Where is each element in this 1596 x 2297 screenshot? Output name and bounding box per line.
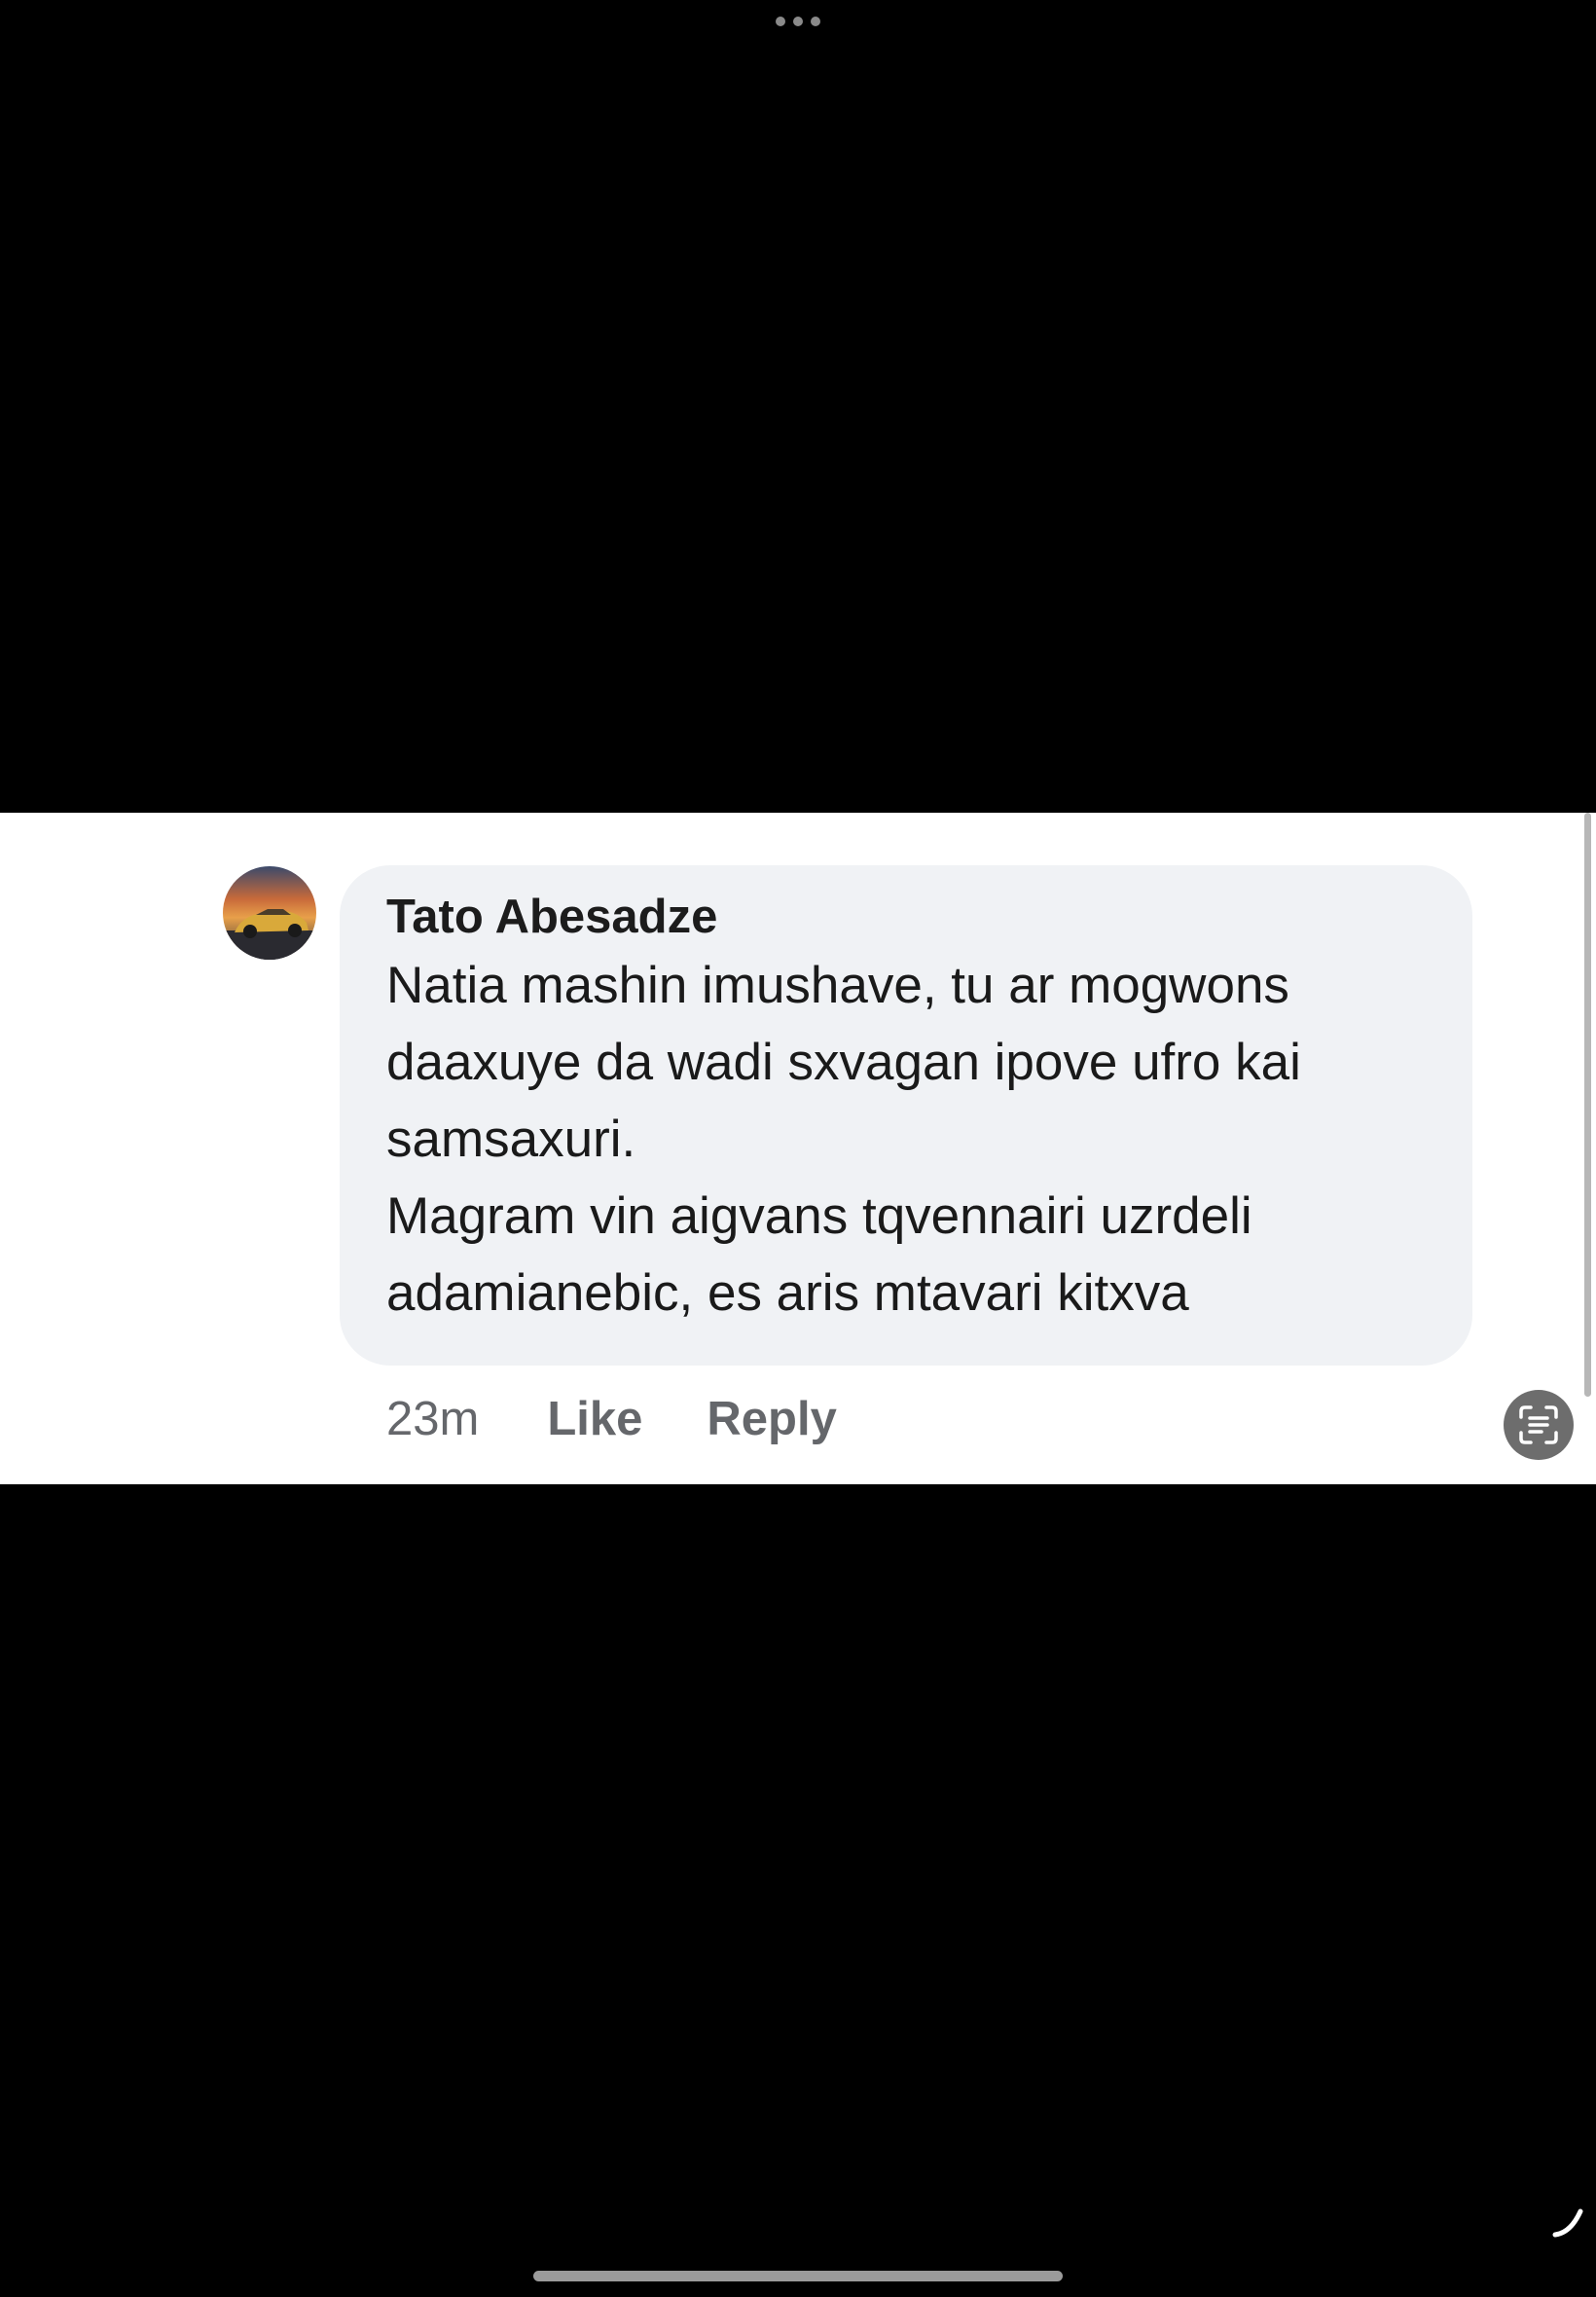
comment-text-line: adamianebic, es aris mtavari kitxva <box>386 1264 1189 1322</box>
comment-text-line: daaxuye da wadi sxvagan ipove ufro kai <box>386 1034 1301 1091</box>
comment-bubble: Tato Abesadze Natia mashin imushave, tu … <box>340 865 1472 1366</box>
screenshot-screen: Tato Abesadze Natia mashin imushave, tu … <box>0 0 1596 2297</box>
live-text-scan-icon <box>1519 1405 1558 1444</box>
comment-actions: 23m Like Reply <box>386 1390 837 1448</box>
home-indicator[interactable] <box>533 2271 1063 2281</box>
comment-text: Natia mashin imushave, tu ar mogwons daa… <box>386 947 1430 1331</box>
avatar-photo-icon <box>223 866 316 960</box>
more-dots-icon[interactable] <box>776 16 820 27</box>
scrollbar[interactable] <box>1584 813 1591 1397</box>
live-text-scan-button[interactable] <box>1504 1390 1574 1460</box>
reply-button[interactable]: Reply <box>707 1392 836 1446</box>
comment-text-line: Natia mashin imushave, tu ar mogwons <box>386 957 1289 1014</box>
comment-timestamp[interactable]: 23m <box>386 1392 479 1446</box>
like-button[interactable]: Like <box>547 1392 642 1446</box>
comment-text-line: Magram vin aigvans tqvennairi uzrdeli <box>386 1187 1252 1245</box>
avatar[interactable] <box>223 866 316 960</box>
comment-text-line: samsaxuri. <box>386 1111 636 1168</box>
comment-author[interactable]: Tato Abesadze <box>386 893 1430 941</box>
markup-pen-handle-icon[interactable] <box>1551 2204 1586 2239</box>
